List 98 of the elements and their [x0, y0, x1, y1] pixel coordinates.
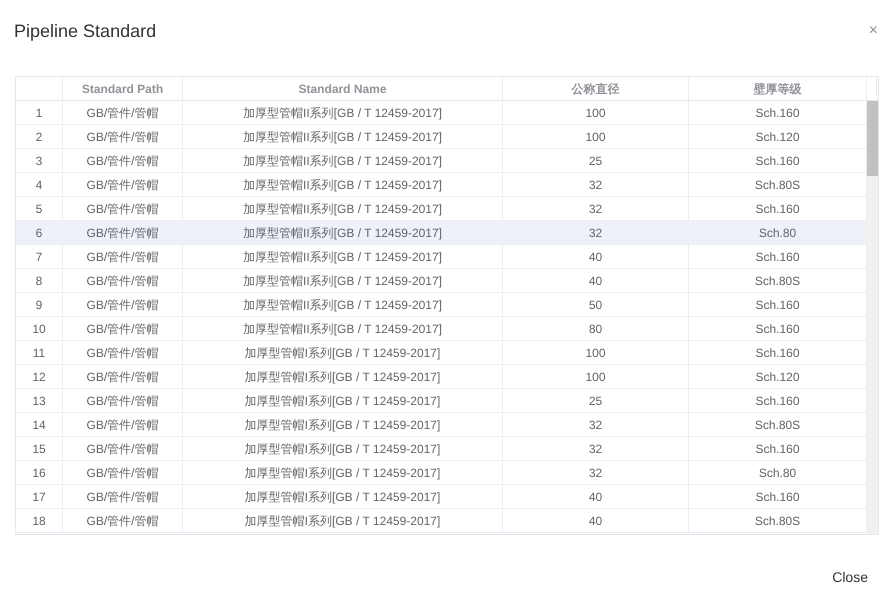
table-cell: 100	[503, 365, 689, 388]
table-cell: 加厚型管帽II系列[GB / T 12459-2017]	[183, 197, 503, 220]
close-button[interactable]: Close	[832, 567, 868, 588]
table-cell: 4	[16, 173, 63, 196]
table-cell: 加厚型管帽II系列[GB / T 12459-2017]	[183, 293, 503, 316]
table-cell: 32	[503, 221, 689, 244]
table-cell: 17	[16, 485, 63, 508]
table-cell: GB/管件/管帽	[63, 389, 183, 412]
table-row[interactable]: 13 GB/管件/管帽 加厚型管帽I系列[GB / T 12459-2017] 25 Sch.160	[16, 389, 867, 413]
table-cell: 32	[503, 173, 689, 196]
table-row[interactable]: 18 GB/管件/管帽 加厚型管帽I系列[GB / T 12459-2017] 40 Sch.80S	[16, 509, 867, 533]
table-cell: 加厚型管帽I系列[GB / T 12459-2017]	[183, 437, 503, 460]
column-header: Standard Path	[63, 77, 183, 100]
table-row[interactable]: 3 GB/管件/管帽 加厚型管帽II系列[GB / T 12459-2017] 25 Sch.160	[16, 149, 867, 173]
table-cell: 32	[503, 461, 689, 484]
table-cell: 7	[16, 245, 63, 268]
table-cell: GB/管件/管帽	[63, 197, 183, 220]
table-row[interactable]: 9 GB/管件/管帽 加厚型管帽II系列[GB / T 12459-2017] 50 Sch.160	[16, 293, 867, 317]
column-header: 公称直径	[503, 77, 689, 100]
table-cell: 32	[503, 413, 689, 436]
table-cell: 加厚型管帽II系列[GB / T 12459-2017]	[183, 173, 503, 196]
table-cell: 加厚型管帽II系列[GB / T 12459-2017]	[183, 245, 503, 268]
table-row[interactable]: 6 GB/管件/管帽 加厚型管帽II系列[GB / T 12459-2017] 32 Sch.80	[16, 221, 867, 245]
table-cell: 100	[503, 125, 689, 148]
scrollbar-track[interactable]	[867, 101, 878, 534]
table-cell: 15	[16, 437, 63, 460]
table-cell: 13	[16, 389, 63, 412]
table-cell: 6	[16, 221, 63, 244]
table-cell: GB/管件/管帽	[63, 437, 183, 460]
table-cell: 25	[503, 149, 689, 172]
table-cell: 加厚型管帽II系列[GB / T 12459-2017]	[183, 149, 503, 172]
table-cell: GB/管件/管帽	[63, 413, 183, 436]
table-cell: 加厚型管帽I系列[GB / T 12459-2017]	[183, 413, 503, 436]
table-cell: GB/管件/管帽	[63, 221, 183, 244]
table-row[interactable]: 7 GB/管件/管帽 加厚型管帽II系列[GB / T 12459-2017] 40 Sch.160	[16, 245, 867, 269]
table-cell: 加厚型管帽II系列[GB / T 12459-2017]	[183, 269, 503, 292]
table-cell: GB/管件/管帽	[63, 485, 183, 508]
table-cell: 加厚型管帽I系列[GB / T 12459-2017]	[183, 365, 503, 388]
table-row[interactable]: 2 GB/管件/管帽 加厚型管帽II系列[GB / T 12459-2017] 100 Sch.120	[16, 125, 867, 149]
table-cell: 100	[503, 341, 689, 364]
table-cell: 32	[503, 437, 689, 460]
table-cell: GB/管件/管帽	[63, 149, 183, 172]
column-header: Standard Name	[183, 77, 503, 100]
table-cell: 加厚型管帽II系列[GB / T 12459-2017]	[183, 101, 503, 124]
table-cell: 40	[503, 509, 689, 532]
table-cell: 加厚型管帽II系列[GB / T 12459-2017]	[183, 125, 503, 148]
table-row[interactable]: 12 GB/管件/管帽 加厚型管帽I系列[GB / T 12459-2017] 100 Sch.120	[16, 365, 867, 389]
table-row[interactable]: 17 GB/管件/管帽 加厚型管帽I系列[GB / T 12459-2017] 40 Sch.160	[16, 485, 867, 509]
table-cell: 40	[503, 245, 689, 268]
table-cell: 加厚型管帽I系列[GB / T 12459-2017]	[183, 461, 503, 484]
table-row[interactable]: 1 GB/管件/管帽 加厚型管帽II系列[GB / T 12459-2017] 100 Sch.160	[16, 101, 867, 125]
table-cell: 40	[503, 485, 689, 508]
table-cell: 14	[16, 413, 63, 436]
table-row[interactable]: 8 GB/管件/管帽 加厚型管帽II系列[GB / T 12459-2017] 40 Sch.80S	[16, 269, 867, 293]
table-cell: GB/管件/管帽	[63, 365, 183, 388]
table-cell: 9	[16, 293, 63, 316]
table-cell: 加厚型管帽I系列[GB / T 12459-2017]	[183, 509, 503, 532]
table-cell: 加厚型管帽I系列[GB / T 12459-2017]	[183, 389, 503, 412]
dialog-title: Pipeline Standard	[14, 20, 156, 43]
table-row[interactable]: 11 GB/管件/管帽 加厚型管帽I系列[GB / T 12459-2017] 100 Sch.160	[16, 341, 867, 365]
table-cell: GB/管件/管帽	[63, 173, 183, 196]
table-row[interactable]: 5 GB/管件/管帽 加厚型管帽II系列[GB / T 12459-2017] 32 Sch.160	[16, 197, 867, 221]
table-row[interactable]: 14 GB/管件/管帽 加厚型管帽I系列[GB / T 12459-2017] 32 Sch.80S	[16, 413, 867, 437]
table-cell: GB/管件/管帽	[63, 269, 183, 292]
table-cell: 12	[16, 365, 63, 388]
table-cell: 100	[503, 101, 689, 124]
table-cell: 16	[16, 461, 63, 484]
table-cell: 25	[503, 389, 689, 412]
table-cell: GB/管件/管帽	[63, 245, 183, 268]
table-cell: GB/管件/管帽	[63, 293, 183, 316]
table-cell: 加厚型管帽I系列[GB / T 12459-2017]	[183, 341, 503, 364]
table-cell: 10	[16, 317, 63, 340]
table-cell: 80	[503, 317, 689, 340]
table-cell: GB/管件/管帽	[63, 101, 183, 124]
table-cell: 32	[503, 197, 689, 220]
table-cell: 加厚型管帽I系列[GB / T 12459-2017]	[183, 485, 503, 508]
table-cell: 3	[16, 149, 63, 172]
table-cell: GB/管件/管帽	[63, 509, 183, 532]
table-cell: GB/管件/管帽	[63, 461, 183, 484]
table-cell: GB/管件/管帽	[63, 341, 183, 364]
table-cell: 2	[16, 125, 63, 148]
table-cell: 加厚型管帽II系列[GB / T 12459-2017]	[183, 221, 503, 244]
table-row[interactable]: 10 GB/管件/管帽 加厚型管帽II系列[GB / T 12459-2017] 80 Sch.160	[16, 317, 867, 341]
table-cell: GB/管件/管帽	[63, 125, 183, 148]
table-row[interactable]: 15 GB/管件/管帽 加厚型管帽I系列[GB / T 12459-2017] 32 Sch.160	[16, 437, 867, 461]
scrollbar-thumb[interactable]	[867, 101, 878, 176]
table-cell: 8	[16, 269, 63, 292]
table-row[interactable]: 4 GB/管件/管帽 加厚型管帽II系列[GB / T 12459-2017] 32 Sch.80S	[16, 173, 867, 197]
column-header: 壁厚等级	[689, 77, 867, 100]
table-cell: 11	[16, 341, 63, 364]
table-cell: 1	[16, 101, 63, 124]
table-cell: GB/管件/管帽	[63, 317, 183, 340]
table-cell: 50	[503, 293, 689, 316]
table-cell: 加厚型管帽II系列[GB / T 12459-2017]	[183, 317, 503, 340]
table-cell: 40	[503, 269, 689, 292]
table-cell: 18	[16, 509, 63, 532]
table-cell: 5	[16, 197, 63, 220]
table-row[interactable]: 16 GB/管件/管帽 加厚型管帽I系列[GB / T 12459-2017] 32 Sch.80	[16, 461, 867, 485]
